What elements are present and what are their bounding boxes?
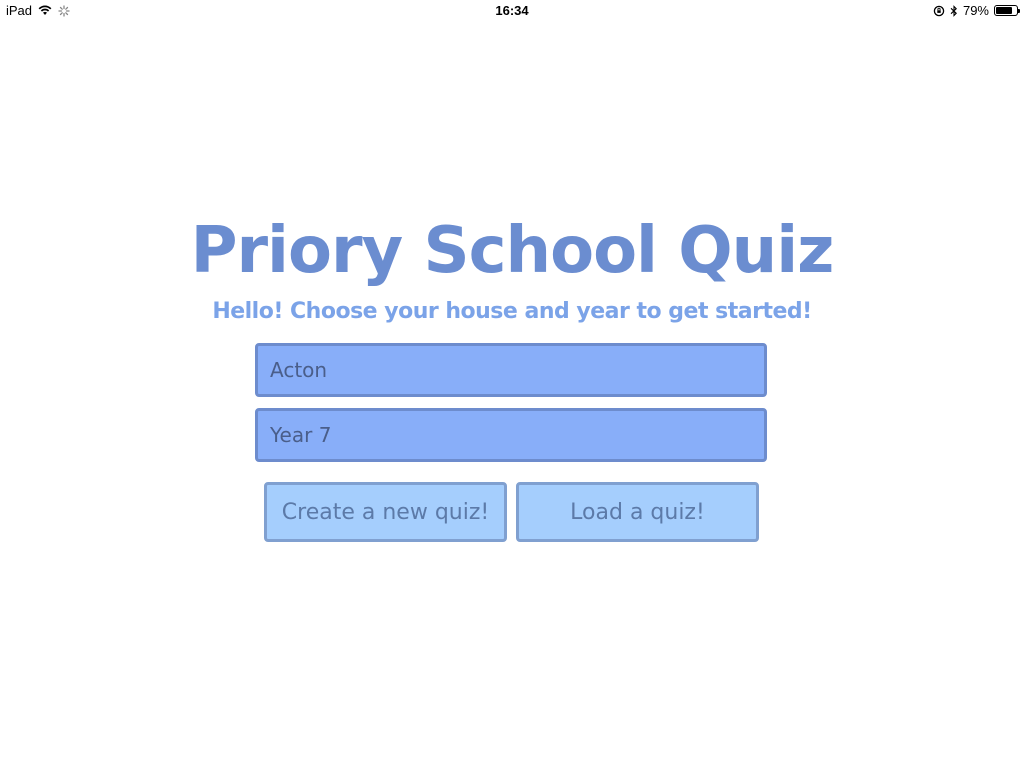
load-quiz-button[interactable]: Load a quiz!	[516, 482, 759, 542]
year-select-value: Year 7	[270, 423, 332, 447]
page-subtitle: Hello! Choose your house and year to get…	[212, 299, 812, 324]
year-select[interactable]: Year 7	[255, 408, 767, 462]
house-select[interactable]: Acton	[255, 343, 767, 397]
house-select-value: Acton	[270, 358, 328, 382]
create-new-quiz-button[interactable]: Create a new quiz!	[264, 482, 507, 542]
quiz-start-screen: Priory School Quiz Hello! Choose your ho…	[0, 0, 1024, 768]
page-title: Priory School Quiz	[190, 214, 835, 288]
